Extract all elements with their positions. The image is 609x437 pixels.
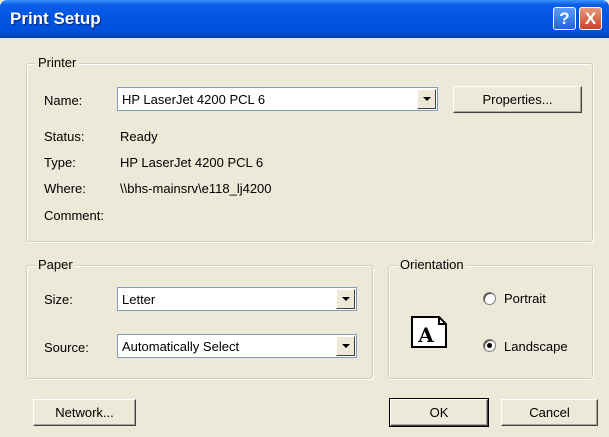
printer-name-select[interactable]: HP LaserJet 4200 PCL 6 bbox=[117, 87, 438, 111]
portrait-label[interactable]: Portrait bbox=[504, 291, 546, 306]
type-label: Type: bbox=[44, 155, 76, 170]
chevron-down-icon bbox=[341, 297, 350, 301]
chevron-down-icon bbox=[422, 97, 431, 101]
cancel-button-label: Cancel bbox=[529, 405, 570, 420]
landscape-radio[interactable] bbox=[483, 339, 496, 352]
size-label: Size: bbox=[44, 292, 73, 307]
paper-source-select[interactable]: Automatically Select bbox=[117, 334, 357, 358]
properties-button-label: Properties... bbox=[482, 92, 553, 107]
paper-source-value: Automatically Select bbox=[122, 339, 240, 354]
ok-button[interactable]: OK bbox=[389, 398, 489, 427]
printer-group-label: Printer bbox=[35, 55, 80, 70]
source-label: Source: bbox=[44, 340, 89, 355]
network-button-label: Network... bbox=[55, 405, 114, 420]
status-label: Status: bbox=[44, 129, 85, 144]
name-label: Name: bbox=[44, 93, 83, 108]
orientation-group-label: Orientation bbox=[397, 257, 467, 272]
network-button[interactable]: Network... bbox=[33, 399, 136, 426]
printer-name-value: HP LaserJet 4200 PCL 6 bbox=[122, 92, 266, 107]
cancel-button[interactable]: Cancel bbox=[501, 399, 598, 426]
where-value: \\bhs-mainsrv\e118_lj4200 bbox=[120, 181, 272, 196]
where-label: Where: bbox=[44, 181, 86, 196]
paper-size-select[interactable]: Letter bbox=[117, 287, 357, 311]
paper-size-value: Letter bbox=[122, 292, 156, 307]
help-icon: ? bbox=[559, 8, 570, 28]
landscape-page-icon: A bbox=[411, 316, 447, 348]
paper-source-dropdown-button[interactable] bbox=[336, 336, 355, 356]
paper-group-label: Paper bbox=[35, 257, 76, 272]
window-title: Print Setup bbox=[10, 9, 101, 28]
comment-label: Comment: bbox=[44, 208, 104, 223]
help-button[interactable]: ? bbox=[553, 7, 576, 30]
title-bar[interactable]: Print Setup ? X bbox=[0, 0, 609, 38]
chevron-down-icon bbox=[341, 344, 350, 348]
close-button[interactable]: X bbox=[579, 7, 602, 30]
printer-name-dropdown-button[interactable] bbox=[417, 89, 436, 109]
landscape-label[interactable]: Landscape bbox=[504, 339, 568, 354]
page-icon-letter: A bbox=[417, 323, 434, 347]
paper-size-dropdown-button[interactable] bbox=[336, 289, 355, 309]
properties-button[interactable]: Properties... bbox=[453, 86, 582, 113]
type-value: HP LaserJet 4200 PCL 6 bbox=[120, 155, 264, 170]
paper-group: Paper bbox=[26, 257, 373, 379]
ok-button-label: OK bbox=[429, 405, 449, 420]
portrait-radio[interactable] bbox=[483, 292, 496, 305]
close-icon: X bbox=[584, 8, 597, 28]
status-value: Ready bbox=[120, 129, 158, 144]
